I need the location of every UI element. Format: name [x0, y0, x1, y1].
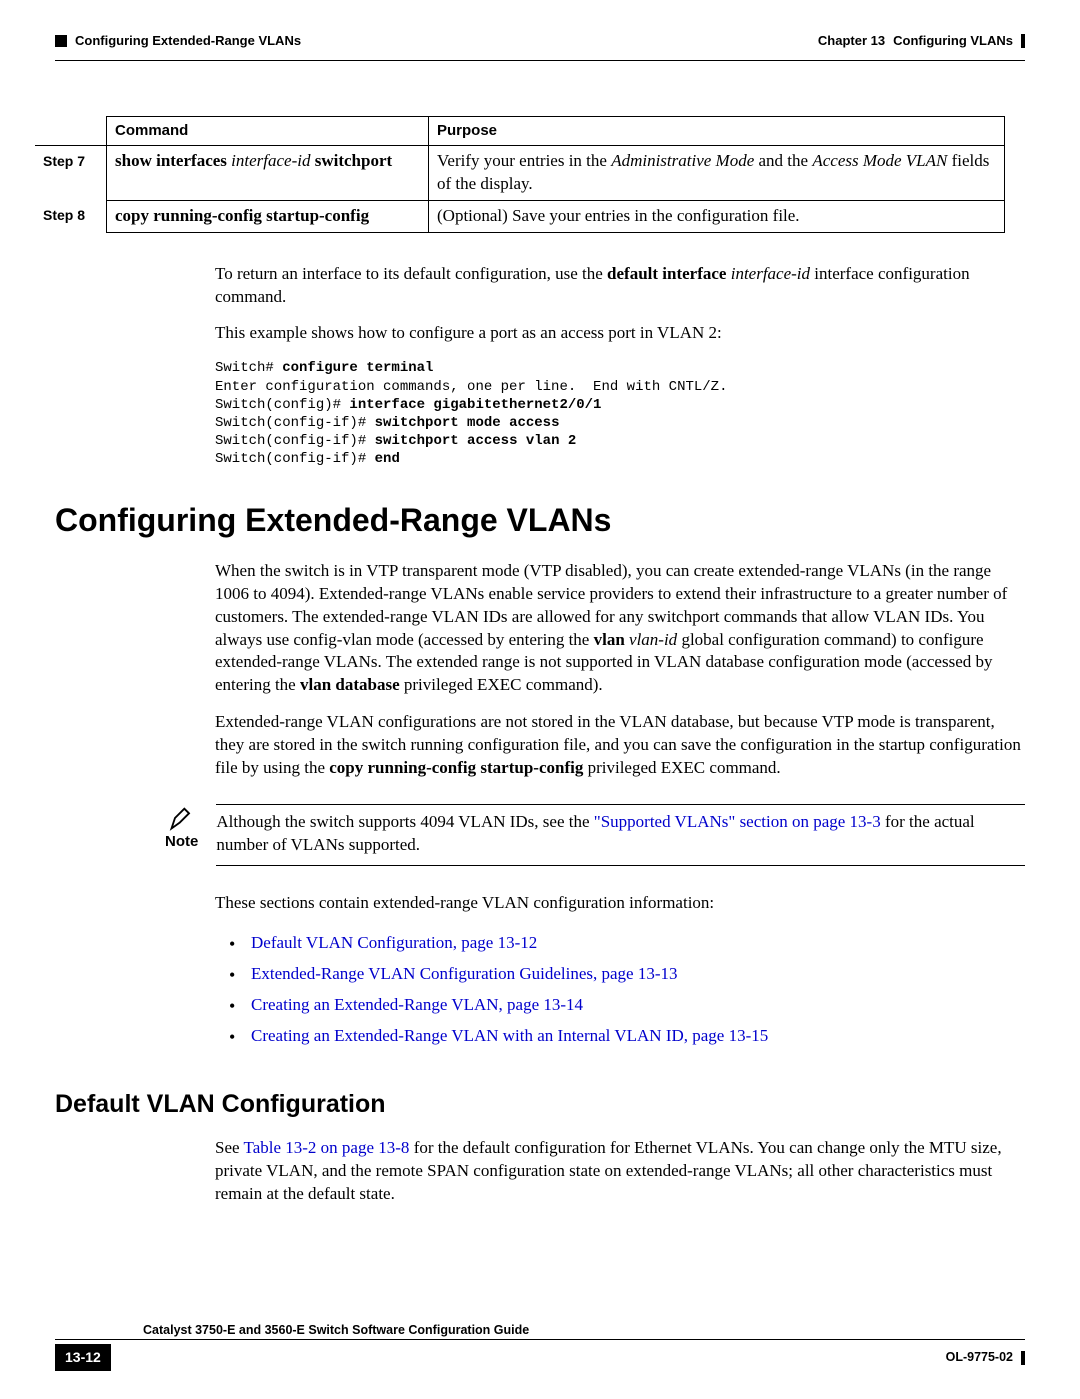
- footer-doc-id: OL-9775-02: [946, 1349, 1013, 1366]
- header-marker-left: [55, 35, 67, 47]
- footer-marker: [1021, 1351, 1025, 1365]
- link-list: Default VLAN Configuration, page 13-12 E…: [215, 932, 1025, 1048]
- header-chapter-num: Chapter 13: [818, 32, 885, 50]
- table-row: Step 7 show interfaces interface-id swit…: [35, 145, 1005, 200]
- code-block: Switch# configure terminal Enter configu…: [215, 359, 1025, 468]
- col-header-command: Command: [107, 116, 429, 145]
- list-item: Extended-Range VLAN Configuration Guidel…: [239, 963, 1025, 986]
- page-header: Configuring Extended-Range VLANs Chapter…: [55, 32, 1025, 50]
- footer-rule: [55, 1339, 1025, 1340]
- toc-link[interactable]: Extended-Range VLAN Configuration Guidel…: [251, 964, 677, 983]
- toc-link[interactable]: Creating an Extended-Range VLAN, page 13…: [251, 995, 583, 1014]
- section-heading: Configuring Extended-Range VLANs: [55, 499, 1025, 542]
- pen-icon: [168, 804, 196, 832]
- purpose-cell: Verify your entries in the Administrativ…: [429, 145, 1005, 200]
- table-ref-link[interactable]: Table 13-2 on page 13-8: [244, 1138, 410, 1157]
- command-table: Command Purpose Step 7 show interfaces i…: [35, 116, 1005, 233]
- header-section-title: Configuring Extended-Range VLANs: [75, 32, 301, 50]
- command-cell: copy running-config startup-config: [107, 200, 429, 232]
- purpose-cell: (Optional) Save your entries in the conf…: [429, 200, 1005, 232]
- subsection-heading: Default VLAN Configuration: [55, 1088, 1025, 1122]
- table-row: Step 8 copy running-config startup-confi…: [35, 200, 1005, 232]
- step-label: Step 8: [35, 200, 107, 232]
- table-header-row: Command Purpose: [35, 116, 1005, 145]
- col-header-purpose: Purpose: [429, 116, 1005, 145]
- note-label: Note: [165, 832, 198, 852]
- paragraph: To return an interface to its default co…: [215, 263, 1025, 309]
- list-item: Creating an Extended-Range VLAN, page 13…: [239, 994, 1025, 1017]
- toc-link[interactable]: Default VLAN Configuration, page 13-12: [251, 933, 537, 952]
- command-cell: show interfaces interface-id switchport: [107, 145, 429, 200]
- paragraph: These sections contain extended-range VL…: [215, 892, 1025, 915]
- list-item: Creating an Extended-Range VLAN with an …: [239, 1025, 1025, 1048]
- note-link[interactable]: "Supported VLANs" section on page 13-3: [594, 812, 881, 831]
- footer-guide-title: Catalyst 3750-E and 3560-E Switch Softwa…: [55, 1322, 1025, 1339]
- paragraph: When the switch is in VTP transparent mo…: [215, 560, 1025, 698]
- header-marker-right: [1021, 34, 1025, 48]
- header-chapter-title: Configuring VLANs: [893, 32, 1013, 50]
- page-footer: Catalyst 3750-E and 3560-E Switch Softwa…: [55, 1322, 1025, 1371]
- list-item: Default VLAN Configuration, page 13-12: [239, 932, 1025, 955]
- header-rule: [55, 60, 1025, 61]
- paragraph: Extended-range VLAN configurations are n…: [215, 711, 1025, 780]
- paragraph: This example shows how to configure a po…: [215, 322, 1025, 345]
- paragraph: See Table 13-2 on page 13-8 for the defa…: [215, 1137, 1025, 1206]
- note-block: Note Although the switch supports 4094 V…: [165, 800, 1025, 872]
- toc-link[interactable]: Creating an Extended-Range VLAN with an …: [251, 1026, 768, 1045]
- step-label: Step 7: [35, 145, 107, 200]
- page-number-badge: 13-12: [55, 1344, 111, 1371]
